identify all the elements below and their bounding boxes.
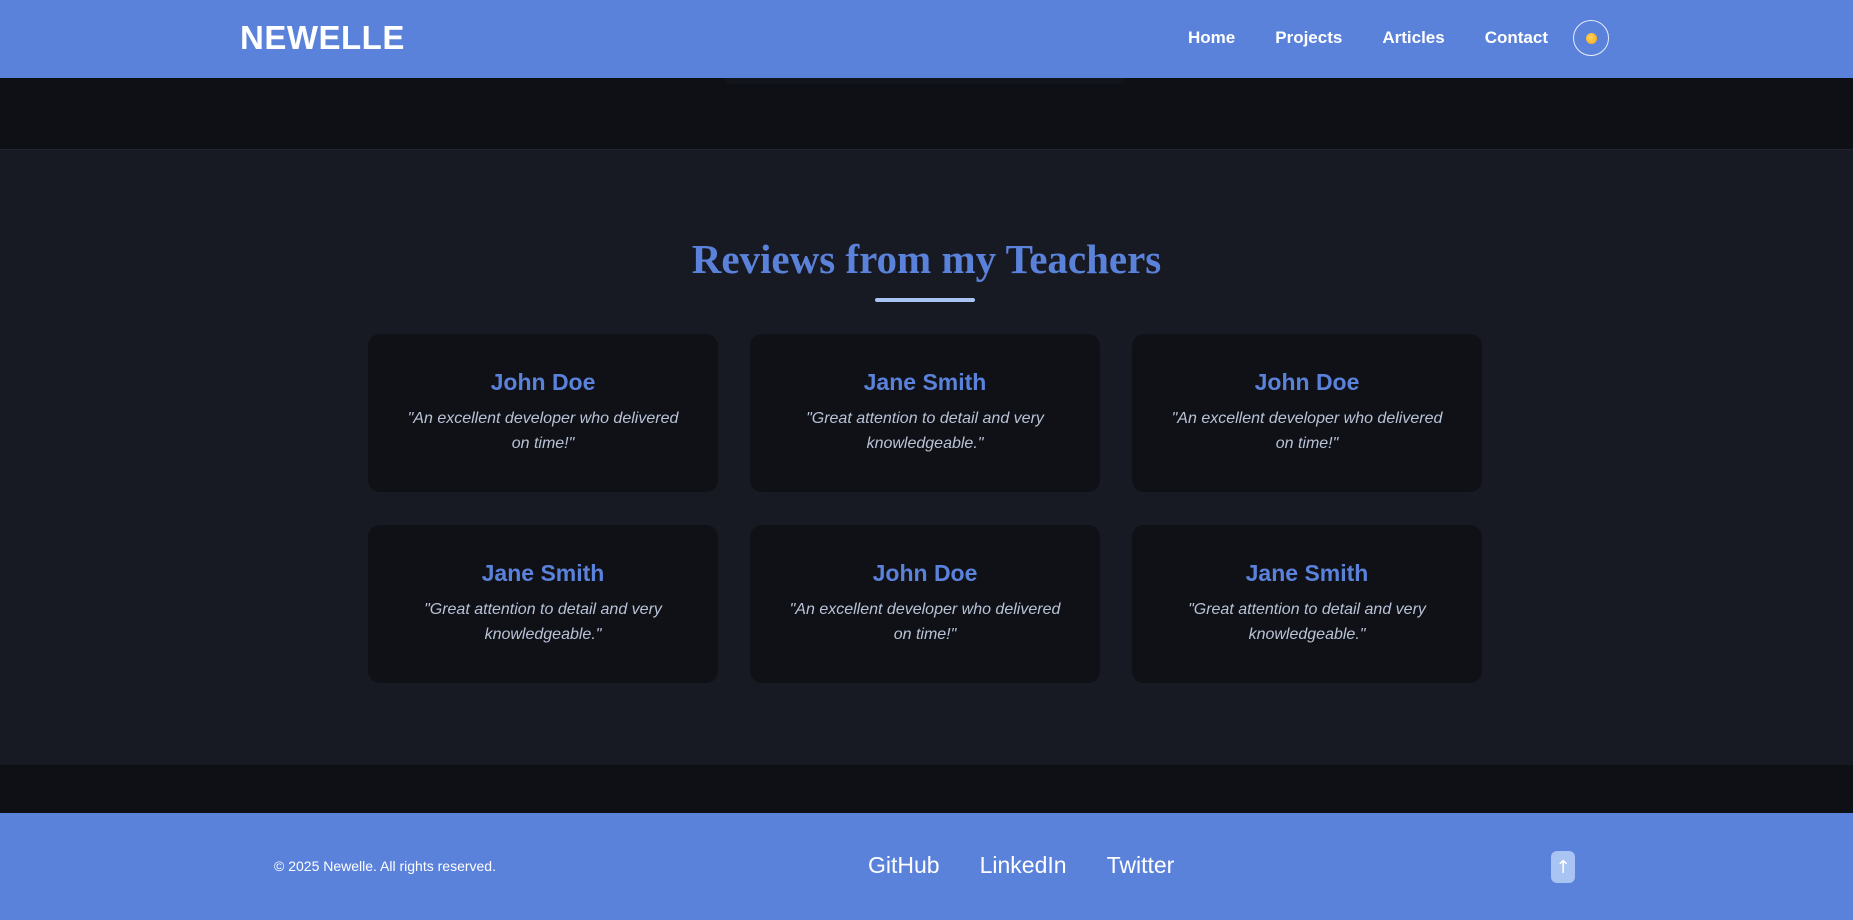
site-footer: © 2025 Newelle. All rights reserved. Git… — [0, 813, 1853, 920]
reviewer-name: Jane Smith — [1245, 560, 1369, 586]
twitter-link[interactable]: Twitter — [1107, 851, 1175, 879]
arrow-up-icon: ↑ — [1555, 856, 1571, 878]
sun-icon — [1585, 32, 1597, 44]
reviewer-name: Jane Smith — [481, 560, 605, 586]
review-card: Jane Smith "Great attention to detail an… — [750, 334, 1100, 492]
back-to-top-button[interactable]: ↑ — [1551, 851, 1575, 883]
site-logo[interactable]: NEWELLE — [240, 18, 405, 58]
review-card: Jane Smith "Great attention to detail an… — [1132, 525, 1482, 683]
title-underline — [875, 298, 975, 302]
reviewer-name: Jane Smith — [863, 369, 987, 395]
review-card: John Doe "An excellent developer who del… — [368, 334, 718, 492]
reviewer-name: John Doe — [872, 560, 978, 586]
reviewer-name: John Doe — [1254, 369, 1360, 395]
github-link[interactable]: GitHub — [868, 851, 940, 879]
review-card: Jane Smith "Great attention to detail an… — [368, 525, 718, 683]
review-card: John Doe "An excellent developer who del… — [1132, 334, 1482, 492]
linkedin-link[interactable]: LinkedIn — [980, 851, 1067, 879]
reviewer-name: John Doe — [490, 369, 596, 395]
review-card: John Doe "An excellent developer who del… — [750, 525, 1100, 683]
copyright-text: © 2025 Newelle. All rights reserved. — [274, 858, 496, 874]
nav-link-home[interactable]: Home — [1188, 20, 1235, 56]
social-links: GitHub LinkedIn Twitter — [868, 851, 1174, 879]
section-spacer — [0, 765, 1853, 813]
review-quote: "An excellent developer who delivered on… — [407, 410, 679, 452]
reviews-section: Reviews from my Teachers John Doe "An ex… — [0, 150, 1853, 765]
previous-section-bottom — [0, 78, 1853, 150]
review-quote: "Great attention to detail and very know… — [424, 601, 662, 643]
nav-link-contact[interactable]: Contact — [1485, 20, 1548, 56]
section-title: Reviews from my Teachers — [691, 236, 1162, 282]
main-nav: Home Projects Articles Contact — [1188, 20, 1609, 56]
review-quote: "An excellent developer who delivered on… — [789, 601, 1061, 643]
reviews-grid: John Doe "An excellent developer who del… — [368, 334, 1482, 683]
theme-toggle-button[interactable] — [1573, 20, 1609, 56]
review-quote: "An excellent developer who delivered on… — [1171, 410, 1443, 452]
nav-link-articles[interactable]: Articles — [1382, 20, 1444, 56]
review-quote: "Great attention to detail and very know… — [1188, 601, 1426, 643]
site-header: NEWELLE Home Projects Articles Contact — [0, 0, 1853, 78]
previous-card-edge — [725, 78, 1125, 84]
review-quote: "Great attention to detail and very know… — [806, 410, 1044, 452]
nav-link-projects[interactable]: Projects — [1275, 20, 1342, 56]
